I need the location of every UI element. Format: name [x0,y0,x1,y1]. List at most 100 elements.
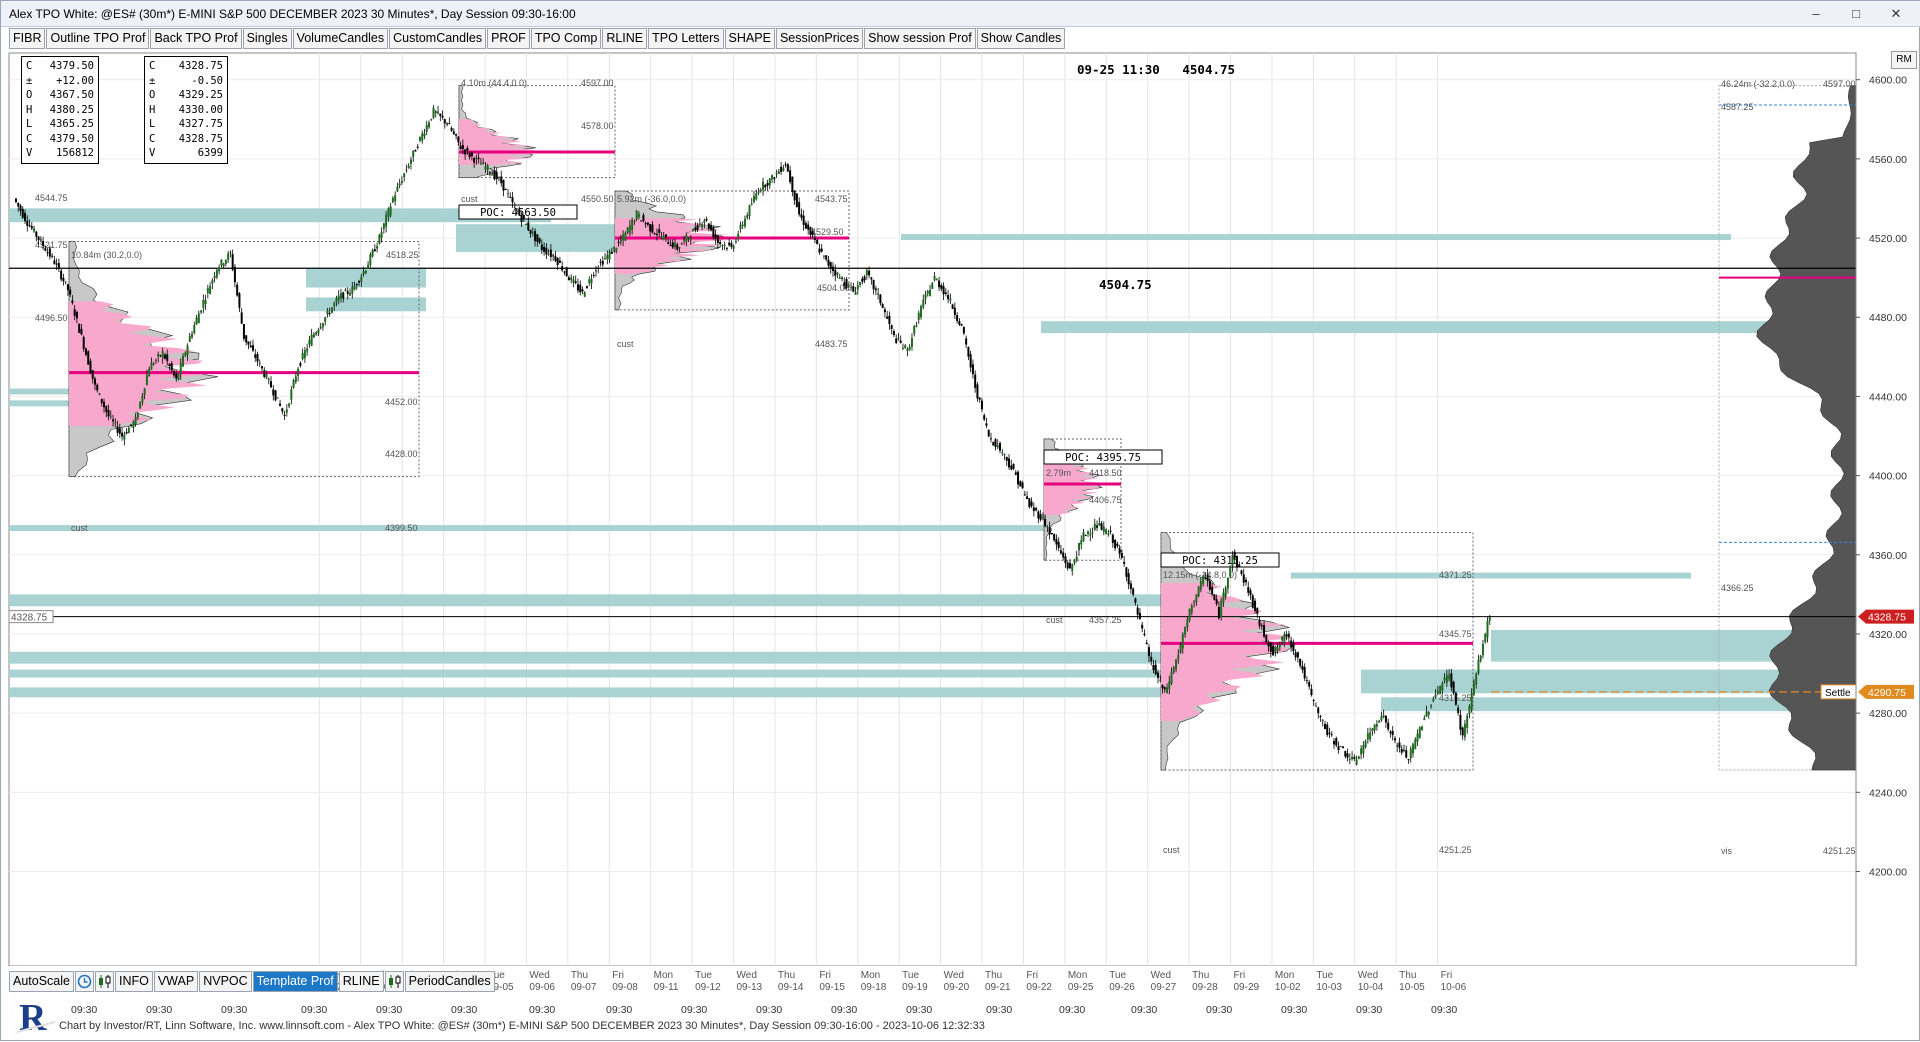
candle-body [798,202,801,215]
date-axis-dow: Mon [861,970,880,981]
clock-icon[interactable] [74,971,94,992]
candle-body [1147,647,1150,657]
candle-body [87,351,90,365]
candle-body [179,362,182,375]
candle-body [1150,656,1153,662]
candle-body [1080,540,1083,545]
candle-body [484,166,487,170]
ohlc-left-key: V [26,147,33,159]
candle-body [1366,733,1369,740]
candle-icon-2[interactable] [384,971,404,992]
single-print-band [1361,669,1831,694]
autoscale-button[interactable]: AutoScale [9,971,74,992]
session-5-vah: 4345.75 [1439,629,1472,639]
candle-body [570,277,573,281]
candle-body [1213,594,1216,600]
candle-body [581,289,584,292]
candle-body [308,340,311,345]
candle-body [1360,748,1363,755]
candle-body [355,284,358,286]
candle-body [1138,612,1141,619]
candle-body [75,312,78,319]
candle-body [380,232,383,238]
candle-body [917,312,920,320]
candle-body [166,354,169,362]
candle-body [1351,756,1354,760]
template-prof-button[interactable]: Template Prof [252,971,338,992]
candle-body [1156,672,1159,678]
period-candles-button[interactable]: PeriodCandles [404,971,495,992]
candle-body [1436,690,1439,694]
date-axis-dow: Wed [529,970,549,981]
candle-body [572,279,575,283]
candle-body [574,281,577,283]
candle-body [197,313,200,324]
candle-body [446,123,449,125]
single-print-band [9,594,1166,607]
candle-body [829,262,832,270]
candle-body [782,167,785,171]
candle-body [1393,738,1396,741]
candle-body [610,251,613,254]
candle-body [1254,600,1257,611]
session-4-range: 2.79m [1046,468,1071,478]
ohlc-left-row: L 4365.25 [26,117,94,132]
price-axis [1856,53,1915,966]
candle-body [96,384,99,391]
candle-body [441,115,444,118]
candle-body [109,415,112,417]
candle-body [561,266,564,271]
candle-body [538,238,541,243]
candle-body [19,205,22,212]
candle-body [509,196,512,198]
candle-body [818,248,821,253]
ohlc-right-key: C [149,132,156,145]
candle-body [1114,539,1117,549]
candle-body [73,309,76,317]
rm-button[interactable]: RM [1891,51,1917,69]
candle-body [1145,642,1148,645]
rline-button[interactable]: RLINE [338,971,384,992]
candle-body [989,438,992,440]
single-print-band [9,388,69,395]
single-print-band [9,669,1166,678]
single-print-band [901,234,1731,241]
candle-body [1423,717,1426,720]
candle-body [820,248,823,252]
candle-body [737,233,740,240]
candle-body [154,359,157,361]
candle-icon[interactable] [94,971,114,992]
candle-body [127,427,130,434]
candle-body [337,295,340,301]
candle-body [633,221,636,223]
candle-body [159,355,162,357]
candle-body [739,224,742,230]
date-axis-date: 09-11 [654,982,679,993]
candle-body [1265,635,1268,642]
candle-body [493,170,496,180]
candle-body [1062,552,1065,558]
candle-body [1346,753,1349,758]
candle-body [93,378,96,385]
date-axis-date: 10-04 [1358,982,1384,993]
nvpoc-button[interactable]: NVPOC [199,971,252,992]
candle-body [1096,525,1099,528]
info-button[interactable]: INFO [114,971,153,992]
candle-body [775,172,778,174]
ohlc-right-row: O 4329.25 [149,88,223,103]
session-1-high: 4518.25 [386,250,419,260]
candle-body [983,415,986,420]
tpo-chart[interactable]: POC: 4563.50 POC: 4395.75 POC: 4315.25 10.8… [1,1,1920,1042]
candle-body [500,176,503,184]
candle-body [619,240,622,243]
vwap-button[interactable]: VWAP [153,971,199,992]
candle-body [1355,759,1358,765]
candle-body [660,236,663,239]
candle-body [1073,559,1076,564]
candle-body [475,157,478,160]
candle-body [531,232,534,234]
candle-body [1330,734,1333,736]
candle-body [1461,727,1464,736]
single-print-band [9,651,1166,664]
candle-body [1251,595,1254,608]
